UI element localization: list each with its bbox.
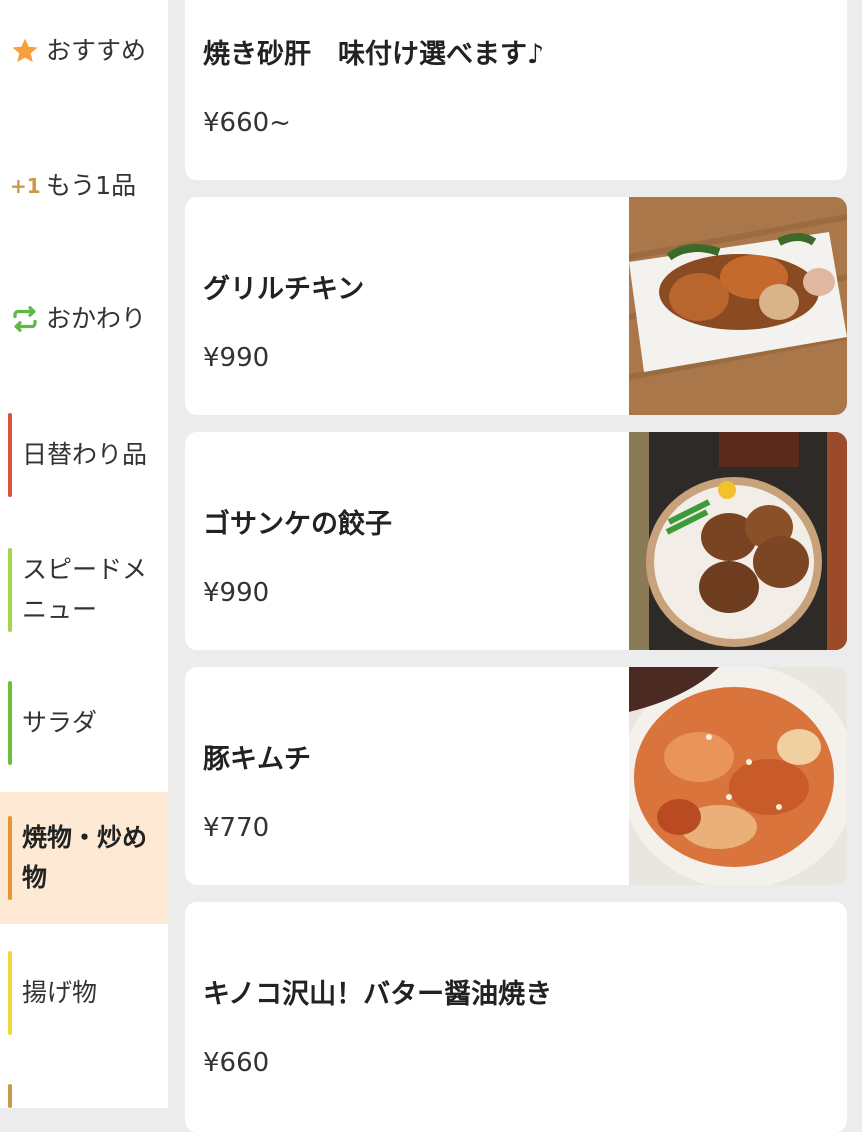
menu-item-card[interactable]: キノコ沢山！バター醤油焼き ¥660 [185, 902, 847, 1132]
menu-item-price: ¥770 [203, 813, 270, 843]
sidebar-item-label: 揚げ物 [22, 978, 98, 1007]
sidebar-item-label: おかわり [46, 304, 147, 333]
menu-item-name: グリルチキン [203, 274, 365, 305]
menu-list: 焼き砂肝 味付け選べます♪ ¥660~ グリルチキン ¥990 ゴサンケの餃子 … [168, 0, 862, 1132]
category-color-bar-partial [8, 1084, 12, 1108]
sidebar-item-label: もう1品 [46, 171, 137, 200]
sidebar-item-label: 焼物・炒め物 [22, 823, 148, 892]
menu-item-name: ゴサンケの餃子 [203, 509, 392, 540]
sidebar-item-fried[interactable]: 揚げ物 [0, 938, 168, 1048]
menu-item-card[interactable]: 焼き砂肝 味付け選べます♪ ¥660~ [185, 0, 847, 180]
sidebar-item-one-more[interactable]: +1 もう1品 [0, 165, 168, 207]
refresh-icon [10, 304, 40, 334]
sidebar-item-speed-menu[interactable]: スピードメニュー [0, 530, 168, 650]
category-color-bar [8, 413, 12, 497]
sidebar-item-label: スピードメニュー [22, 555, 148, 624]
category-sidebar: おすすめ +1 もう1品 おかわり 日替わり品 スピードメニュー サラダ 焼物・… [0, 0, 168, 1108]
category-color-bar [8, 951, 12, 1035]
pork-kimchi-photo [629, 667, 847, 885]
menu-item-price: ¥990 [203, 578, 270, 608]
sidebar-item-refill[interactable]: おかわり [0, 298, 168, 340]
star-icon [10, 36, 40, 66]
category-color-bar [8, 681, 12, 765]
menu-item-name: 豚キムチ [203, 744, 311, 775]
menu-item-card[interactable]: 豚キムチ ¥770 [185, 667, 847, 885]
sidebar-item-salad[interactable]: サラダ [0, 668, 168, 778]
plus-one-icon: +1 [10, 174, 41, 198]
menu-item-name: キノコ沢山！バター醤油焼き [203, 979, 553, 1010]
menu-item-price: ¥660~ [203, 108, 291, 138]
menu-item-card[interactable]: ゴサンケの餃子 ¥990 [185, 432, 847, 650]
sidebar-item-label: サラダ [22, 708, 98, 737]
category-color-bar [8, 816, 12, 900]
sidebar-item-recommended[interactable]: おすすめ [0, 30, 168, 72]
sidebar-item-daily-special[interactable]: 日替わり品 [0, 400, 168, 510]
sidebar-item-label: おすすめ [46, 36, 147, 65]
menu-item-price: ¥660 [203, 1048, 270, 1078]
menu-item-name: 焼き砂肝 味付け選べます♪ [203, 39, 545, 70]
sidebar-item-grilled-stirfry[interactable]: 焼物・炒め物 [0, 792, 168, 924]
menu-item-price: ¥990 [203, 343, 270, 373]
menu-item-card[interactable]: グリルチキン ¥990 [185, 197, 847, 415]
sidebar-item-label: 日替わり品 [22, 440, 148, 469]
grilled-chicken-photo [629, 197, 847, 415]
category-color-bar [8, 548, 12, 632]
gyoza-photo [629, 432, 847, 650]
